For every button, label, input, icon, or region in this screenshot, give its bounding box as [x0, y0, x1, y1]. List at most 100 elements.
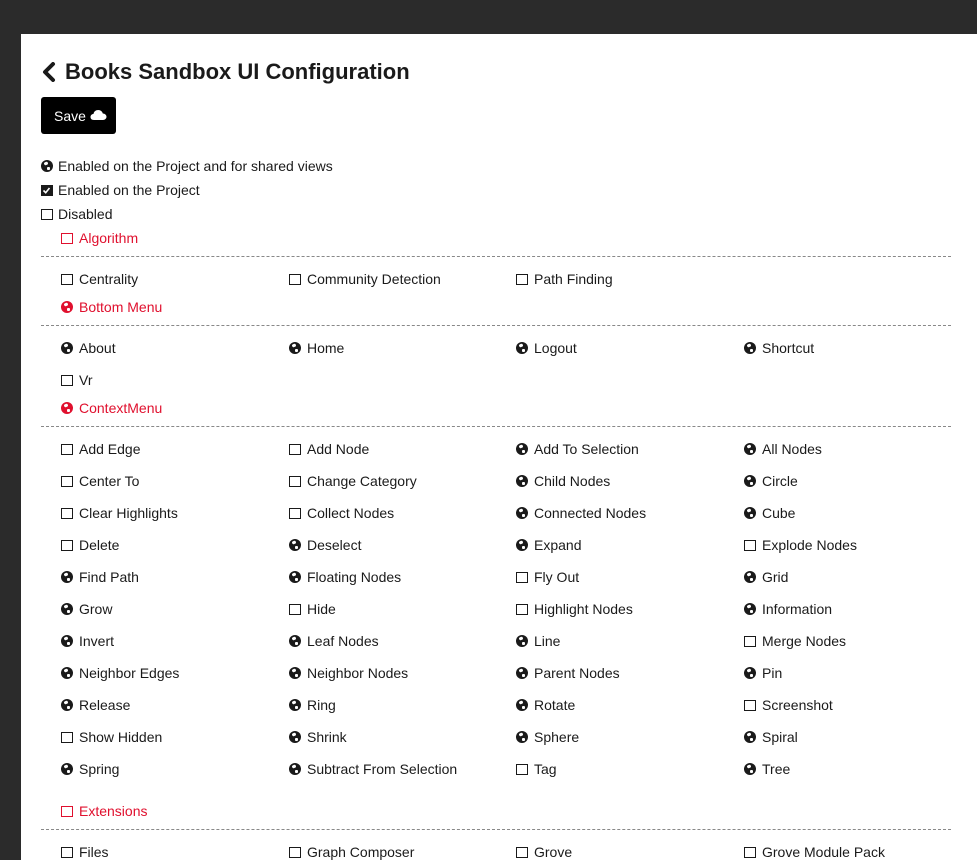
section-toggle-bottom-menu[interactable]: Bottom Menu: [61, 295, 977, 319]
option-toggle[interactable]: Neighbor Edges: [61, 657, 289, 689]
option-toggle[interactable]: Floating Nodes: [289, 561, 516, 593]
option-label: Parent Nodes: [534, 665, 620, 681]
empty-box-icon: [61, 846, 73, 858]
option-label: Cube: [762, 505, 796, 521]
empty-box-icon: [516, 763, 528, 775]
option-toggle[interactable]: Connected Nodes: [516, 497, 744, 529]
option-toggle[interactable]: Shortcut: [744, 332, 971, 364]
option-toggle[interactable]: Add To Selection: [516, 433, 744, 465]
option-toggle[interactable]: Path Finding: [516, 263, 744, 295]
option-label: Vr: [79, 372, 93, 388]
option-toggle[interactable]: Grid: [744, 561, 971, 593]
globe-icon: [744, 443, 756, 455]
option-toggle[interactable]: Circle: [744, 465, 971, 497]
option-toggle[interactable]: Logout: [516, 332, 744, 364]
option-label: Sphere: [534, 729, 580, 745]
option-toggle[interactable]: Center To: [61, 465, 289, 497]
option-toggle[interactable]: Rotate: [516, 689, 744, 721]
option-label: Add Edge: [79, 441, 141, 457]
globe-icon: [61, 635, 73, 647]
option-toggle[interactable]: Merge Nodes: [744, 625, 971, 657]
option-toggle[interactable]: Vr: [61, 364, 289, 396]
cloud-icon: [90, 108, 107, 124]
section-divider: [41, 426, 951, 427]
option-toggle[interactable]: Tree: [744, 753, 971, 785]
option-toggle[interactable]: Sphere: [516, 721, 744, 753]
globe-icon: [516, 699, 528, 711]
checked-box-icon: [41, 184, 53, 196]
globe-icon: [289, 342, 301, 354]
option-toggle[interactable]: Show Hidden: [61, 721, 289, 753]
option-label: About: [79, 340, 116, 356]
option-toggle[interactable]: Deselect: [289, 529, 516, 561]
globe-icon: [744, 731, 756, 743]
option-toggle[interactable]: Community Detection: [289, 263, 516, 295]
option-toggle[interactable]: Invert: [61, 625, 289, 657]
option-toggle[interactable]: Fly Out: [516, 561, 744, 593]
empty-box-icon: [744, 699, 756, 711]
option-toggle[interactable]: Delete: [61, 529, 289, 561]
option-toggle[interactable]: Grove: [516, 836, 744, 860]
option-toggle[interactable]: Release: [61, 689, 289, 721]
globe-icon: [61, 571, 73, 583]
option-toggle[interactable]: Graph Composer: [289, 836, 516, 860]
globe-icon: [516, 342, 528, 354]
chevron-left-icon[interactable]: [41, 61, 59, 83]
empty-box-icon: [61, 731, 73, 743]
empty-box-icon: [61, 475, 73, 487]
option-toggle[interactable]: Shrink: [289, 721, 516, 753]
legend-row: Enabled on the Project: [41, 178, 977, 202]
option-toggle[interactable]: Spiral: [744, 721, 971, 753]
section-title: Algorithm: [79, 230, 139, 246]
option-toggle[interactable]: Grow: [61, 593, 289, 625]
option-toggle[interactable]: Highlight Nodes: [516, 593, 744, 625]
globe-icon: [289, 731, 301, 743]
option-toggle[interactable]: Home: [289, 332, 516, 364]
section-toggle-algorithm[interactable]: Algorithm: [61, 226, 977, 250]
option-toggle[interactable]: Child Nodes: [516, 465, 744, 497]
option-toggle[interactable]: Tag: [516, 753, 744, 785]
option-toggle[interactable]: Subtract From Selection: [289, 753, 516, 785]
option-toggle[interactable]: Files: [61, 836, 289, 860]
option-toggle[interactable]: Leaf Nodes: [289, 625, 516, 657]
empty-box-icon: [61, 805, 73, 817]
option-toggle[interactable]: Pin: [744, 657, 971, 689]
option-toggle[interactable]: Grove Module Pack: [744, 836, 971, 860]
option-toggle[interactable]: Hide: [289, 593, 516, 625]
option-label: Find Path: [79, 569, 139, 585]
option-toggle[interactable]: Expand: [516, 529, 744, 561]
option-toggle[interactable]: Change Category: [289, 465, 516, 497]
empty-box-icon: [744, 539, 756, 551]
globe-icon: [516, 507, 528, 519]
option-toggle[interactable]: Find Path: [61, 561, 289, 593]
globe-icon: [61, 763, 73, 775]
globe-icon: [516, 635, 528, 647]
option-label: Shrink: [307, 729, 347, 745]
globe-icon: [61, 667, 73, 679]
option-toggle[interactable]: Information: [744, 593, 971, 625]
option-toggle[interactable]: Parent Nodes: [516, 657, 744, 689]
option-toggle[interactable]: Add Edge: [61, 433, 289, 465]
option-toggle[interactable]: Ring: [289, 689, 516, 721]
section-toggle-contextmenu[interactable]: ContextMenu: [61, 396, 977, 420]
option-label: Add Node: [307, 441, 370, 457]
save-button[interactable]: Save: [41, 97, 116, 134]
option-toggle[interactable]: Add Node: [289, 433, 516, 465]
section-items-grid: Files Graph Composer Grove Grove Module Pac…: [61, 836, 977, 860]
option-toggle[interactable]: Neighbor Nodes: [289, 657, 516, 689]
section-toggle-extensions[interactable]: Extensions: [61, 799, 977, 823]
option-toggle[interactable]: Spring: [61, 753, 289, 785]
option-toggle[interactable]: Explode Nodes: [744, 529, 971, 561]
option-toggle[interactable]: All Nodes: [744, 433, 971, 465]
option-label: Ring: [307, 697, 336, 713]
option-toggle[interactable]: Screenshot: [744, 689, 971, 721]
option-toggle[interactable]: Collect Nodes: [289, 497, 516, 529]
option-toggle[interactable]: About: [61, 332, 289, 364]
option-toggle[interactable]: Cube: [744, 497, 971, 529]
option-toggle[interactable]: Centrality: [61, 263, 289, 295]
empty-box-icon: [289, 603, 301, 615]
option-label: Highlight Nodes: [534, 601, 633, 617]
option-toggle[interactable]: Clear Highlights: [61, 497, 289, 529]
option-toggle[interactable]: Line: [516, 625, 744, 657]
legend-row: Enabled on the Project and for shared vi…: [41, 154, 977, 178]
